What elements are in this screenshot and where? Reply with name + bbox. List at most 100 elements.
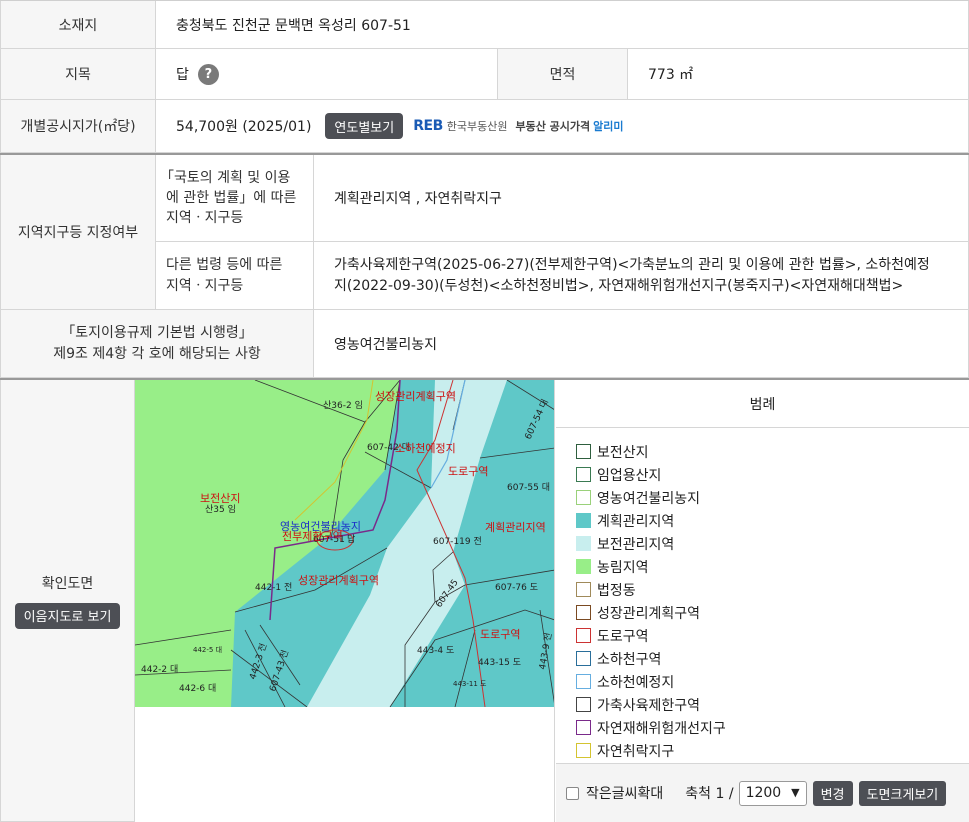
legend-item: 가축사육제한구역: [576, 693, 726, 716]
legend-swatch: [576, 490, 591, 505]
map-label-san36: 산36-2 임: [323, 399, 363, 411]
map-label-443-15: 443-15 도: [478, 658, 521, 668]
land-category-label-text: 지목: [65, 67, 91, 83]
legend-item: 자연취락지구: [576, 739, 726, 762]
land-category-value-text: 답: [176, 67, 189, 83]
reb-service-highlight: 알리미: [593, 120, 624, 133]
cadastral-map[interactable]: 산36-2 임 산35 임 607-42 대 607-54 대 607-55 대…: [135, 380, 555, 707]
legend-item: 소하천구역: [576, 647, 726, 670]
map-label-607-76: 607-76 도: [495, 583, 538, 593]
legend-item: 성장관리계획구역: [576, 601, 726, 624]
legend-item-label: 도로구역: [597, 628, 649, 645]
map-zone-stream: 소하천예정지: [395, 441, 456, 455]
legend-item: 영농여건불리농지: [576, 486, 726, 509]
legend-item: 법정동: [576, 578, 726, 601]
legend-title: 범례: [556, 380, 969, 428]
area-value: 773 ㎡: [628, 49, 969, 100]
legend-swatch: [576, 513, 591, 528]
zoning-label-text: 지역지구등 지정여부: [17, 225, 139, 241]
legend-swatch: [576, 743, 591, 758]
legend-item: 임업용산지: [576, 463, 726, 486]
legend-item-label: 법정동: [597, 582, 636, 599]
land-category-label: 지목: [0, 49, 156, 100]
legend-item: 보전관리지역: [576, 532, 726, 555]
map-label-607-55: 607-55 대: [507, 482, 550, 493]
legend-item-label: 계획관리지역: [597, 513, 675, 530]
location-label: 소재지: [0, 1, 156, 49]
reb-service-name: 부동산 공시가격: [515, 120, 591, 133]
legend-item: 보전산지: [576, 440, 726, 463]
question-icon[interactable]: ?: [197, 63, 219, 85]
zoning-other-value-line2: 지(2022-09-30)(두성천)<소하천정비법>, 자연재해위험개선지구(봉…: [334, 277, 904, 294]
zoning-other-value-line1: 가축사육제한구역(2025-06-27)(전부제한구역)<가축분뇨의 관리 및 …: [334, 256, 930, 273]
legend-item: 소하천예정지: [576, 670, 726, 693]
legend-list: 보전산지임업용산지영농여건불리농지계획관리지역보전관리지역농림지역법정동성장관리…: [576, 440, 726, 762]
official-price-value: 54,700원 (2025/01) 연도별보기 REB 한국부동산원 부동산 공…: [156, 100, 969, 153]
reb-logo-link[interactable]: REB 한국부동산원 부동산 공시가격 알리미: [413, 118, 623, 134]
zoning-other-label: 다른 법령 등에 따른 지역ㆍ지구등: [156, 242, 314, 310]
map-zone-road-top: 도로구역: [448, 465, 488, 478]
small-text-zoom-label: 작은글씨확대: [586, 786, 664, 802]
official-price-label: 개별공시지가(㎡당): [0, 100, 156, 153]
legend-swatch: [576, 697, 591, 712]
legend-item: 계획관리지역: [576, 509, 726, 532]
map-label-442-2: 442-2 대: [141, 664, 178, 675]
map-zone-forest: 보전산지: [200, 492, 240, 505]
official-price-label-text: 개별공시지가(㎡당): [20, 119, 136, 135]
legend-item: 자연재해위험개선지구: [576, 716, 726, 739]
legend-swatch: [576, 651, 591, 666]
zoning-law-label-line1: 「국토의 계획 및 이용: [160, 170, 291, 186]
zoning-law-label-line2: 에 관한 법률」에 따른: [166, 190, 297, 206]
open-map-button[interactable]: 이음지도로 보기: [14, 602, 121, 629]
legend-swatch: [576, 467, 591, 482]
location-label-text: 소재지: [58, 17, 98, 34]
location-value: 충청북도 진천군 문백면 옥성리 607-51: [156, 1, 969, 49]
map-zone-growth-top: 성장관리계획구역: [375, 390, 456, 403]
legend-item-label: 임업용산지: [597, 467, 662, 484]
map-label-607-119: 607-119 전: [433, 536, 482, 547]
zoning-law-value: 계획관리지역 , 자연취락지구: [314, 155, 969, 242]
enforcement-value: 영농여건불리농지: [314, 310, 969, 378]
map-blank-area: [135, 707, 555, 822]
legend-swatch: [576, 582, 591, 597]
enforcement-label-line1: 「토지이용규제 기본법 시행령」: [61, 324, 253, 341]
map-label-442-5: 442-5 대: [193, 646, 222, 654]
chevron-down-icon: ▼: [791, 785, 800, 799]
zoning-law-value-text: 계획관리지역 , 자연취락지구: [334, 191, 502, 207]
zoning-label: 지역지구등 지정여부: [0, 155, 156, 310]
map-section-label-text: 확인도면: [41, 575, 94, 592]
official-price-value-text: 54,700원 (2025/01): [176, 119, 312, 135]
scale-select-value: 1200: [745, 785, 782, 801]
location-value-text: 충청북도 진천군 문백면 옥성리 607-51: [176, 17, 411, 34]
zoning-law-label-line3: 지역ㆍ지구등: [166, 210, 244, 226]
zoning-other-value: 가축사육제한구역(2025-06-27)(전부제한구역)<가축분뇨의 관리 및 …: [314, 242, 969, 310]
scale-change-button[interactable]: 변경: [812, 780, 853, 806]
legend-swatch: [576, 720, 591, 735]
map-label-443-11: 443-11 도: [453, 680, 487, 688]
legend-item-label: 농림지역: [597, 559, 649, 576]
legend-item: 농림지역: [576, 555, 726, 578]
legend-item-label: 보전산지: [597, 444, 649, 461]
enlarge-map-button[interactable]: 도면크게보기: [858, 780, 947, 806]
reb-org-name: 한국부동산원: [446, 120, 508, 133]
year-view-button[interactable]: 연도별보기: [325, 113, 404, 139]
legend-swatch: [576, 628, 591, 643]
legend-item-label: 보전관리지역: [597, 536, 675, 553]
small-text-zoom-checkbox[interactable]: [566, 786, 579, 800]
map-label-442-6: 442-6 대: [179, 683, 216, 694]
legend-item-label: 성장관리계획구역: [597, 605, 701, 622]
map-zone-plan: 계획관리지역: [485, 521, 546, 534]
reb-logo-icon: REB: [413, 118, 443, 134]
legend-title-text: 범례: [749, 396, 776, 413]
map-controls: 작은글씨확대 축척 1 / 1200 ▼ 변경 도면크게보기: [556, 763, 969, 822]
enforcement-label-line2: 제9조 제4항 각 호에 해당되는 사항: [53, 345, 261, 362]
map-zone-growth-mid: 성장관리계획구역: [298, 574, 379, 587]
legend-swatch: [576, 674, 591, 689]
enforcement-label: 「토지이용규제 기본법 시행령」 제9조 제4항 각 호에 해당되는 사항: [0, 310, 314, 378]
map-label-442-1: 442-1 전: [255, 582, 292, 593]
scale-select[interactable]: 1200 ▼: [738, 780, 807, 806]
legend-item-label: 가축사육제한구역: [597, 697, 701, 714]
zoning-other-label-line2: 지역ㆍ지구등: [166, 277, 244, 294]
area-label: 면적: [498, 49, 628, 100]
legend-item-label: 소하천구역: [597, 651, 662, 668]
